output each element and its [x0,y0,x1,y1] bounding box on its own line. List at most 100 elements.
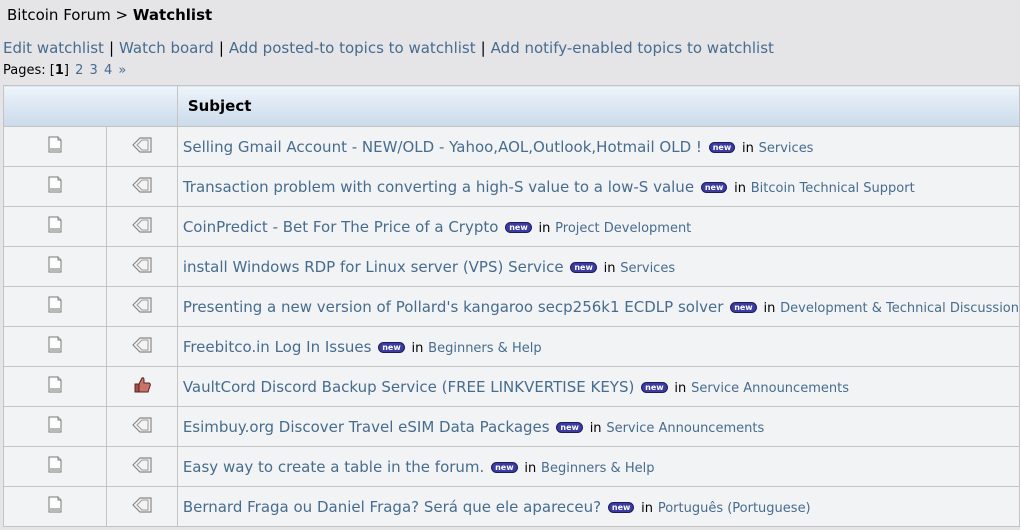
topic-type-cell [2,246,108,287]
message-icon-cell [106,406,178,447]
breadcrumb-separator: > [115,6,129,24]
in-label: in [524,460,537,476]
in-label: in [411,340,424,356]
document-icon [47,216,63,237]
topic-link[interactable]: Esimbuy.org Discover Travel eSIM Data Pa… [183,418,550,436]
current-page: 1 [54,63,64,78]
xx-icon [130,455,154,479]
xx-icon [130,175,154,199]
next-page-link[interactable]: » [118,63,126,78]
document-icon [47,336,63,357]
topic-link[interactable]: Easy way to create a table in the forum. [183,458,485,476]
topic-link[interactable]: Freebitco.in Log In Issues [183,338,372,356]
new-post-badge[interactable]: new [570,261,597,273]
topic-link[interactable]: install Windows RDP for Linux server (VP… [183,258,564,276]
table-row: Esimbuy.org Discover Travel eSIM Data Pa… [2,406,1020,447]
topic-type-cell [2,446,108,487]
message-icon-cell [106,246,178,287]
add-posted-to-topics-link[interactable]: Add posted-to topics to watchlist [229,39,476,57]
message-icon-cell [106,286,178,327]
document-icon [47,176,63,197]
xx-icon [130,415,154,439]
new-post-badge[interactable]: new [641,381,668,393]
message-icon-cell [106,166,178,207]
board-link[interactable]: Beginners & Help [428,341,541,356]
in-label: in [763,300,776,316]
page-link-3[interactable]: 3 [90,63,98,78]
table-row: Presenting a new version of Pollard's ka… [2,286,1020,327]
topic-link[interactable]: VaultCord Discord Backup Service (FREE L… [183,378,635,396]
new-post-badge[interactable]: new [730,301,757,313]
topic-link[interactable]: Bernard Fraga ou Daniel Fraga? Será que … [183,498,601,516]
table-row: Bernard Fraga ou Daniel Fraga? Será que … [2,486,1020,527]
subject-cell: VaultCord Discord Backup Service (FREE L… [176,366,1020,407]
action-separator: | [480,39,486,57]
board-link[interactable]: Bitcoin Technical Support [751,181,915,196]
subject-cell: Selling Gmail Account - NEW/OLD - Yahoo,… [176,126,1020,167]
new-post-badge[interactable]: new [708,141,736,153]
document-icon [47,136,63,157]
topic-type-cell [2,366,108,407]
new-post-badge[interactable]: new [607,501,635,513]
message-icon-cell [106,326,178,367]
add-notify-enabled-topics-link[interactable]: Add notify-enabled topics to watchlist [491,39,774,57]
subject-cell: install Windows RDP for Linux server (VP… [176,246,1020,287]
xx-icon [130,495,154,519]
table-header-row: Subject [3,85,1020,127]
subject-cell: Bernard Fraga ou Daniel Fraga? Será que … [176,486,1020,527]
edit-watchlist-link[interactable]: Edit watchlist [3,39,104,57]
new-post-badge[interactable]: new [556,421,583,433]
board-link[interactable]: Project Development [555,221,691,236]
icon-header-cell [3,85,178,127]
in-label: in [641,500,654,516]
new-post-badge[interactable]: new [491,461,518,473]
message-icon-cell [106,126,178,167]
topic-link[interactable]: Selling Gmail Account - NEW/OLD - Yahoo,… [183,138,702,156]
board-link[interactable]: Service Announcements [606,421,764,436]
xx-icon [130,215,154,239]
topic-link[interactable]: Transaction problem with converting a hi… [183,178,694,196]
topic-type-cell [2,326,108,367]
thumbup-icon [132,376,152,398]
xx-icon [130,135,154,159]
topic-type-cell [2,406,108,447]
subject-cell: Esimbuy.org Discover Travel eSIM Data Pa… [176,406,1020,447]
xx-icon [130,295,154,319]
document-icon [47,376,63,397]
xx-icon [130,335,154,359]
message-icon-cell [106,446,178,487]
watch-board-link[interactable]: Watch board [119,39,214,57]
new-post-badge[interactable]: new [378,341,405,353]
topic-link[interactable]: Presenting a new version of Pollard's ka… [183,298,724,316]
breadcrumb-current: Watchlist [132,6,213,24]
new-post-badge[interactable]: new [700,181,728,193]
topic-list: Selling Gmail Account - NEW/OLD - Yahoo,… [2,126,1020,527]
message-icon-cell [106,366,178,407]
subject-cell: CoinPredict - Bet For The Price of a Cry… [176,206,1020,247]
new-post-badge[interactable]: new [505,221,532,233]
in-label: in [603,260,616,276]
document-icon [47,256,63,277]
board-link[interactable]: Beginners & Help [541,461,654,476]
in-label: in [742,140,754,156]
topic-type-cell [2,126,108,167]
board-link[interactable]: Português (Portuguese) [658,501,811,516]
topic-link[interactable]: CoinPredict - Bet For The Price of a Cry… [183,218,499,236]
breadcrumb-forum-link[interactable]: Bitcoin Forum [7,6,111,24]
subject-header[interactable]: Subject [176,85,1020,127]
in-label: in [674,380,687,396]
page-link-4[interactable]: 4 [104,63,112,78]
table-row: Transaction problem with converting a hi… [2,166,1020,207]
board-link[interactable]: Services [620,261,675,276]
pages-label: Pages: [3,63,46,78]
subject-cell: Presenting a new version of Pollard's ka… [176,286,1020,327]
document-icon [47,456,63,477]
action-separator: | [108,39,115,57]
board-link[interactable]: Development & Technical Discussion [780,301,1019,316]
board-link[interactable]: Service Announcements [691,381,849,396]
message-icon-cell [106,486,178,527]
table-row: Selling Gmail Account - NEW/OLD - Yahoo,… [2,126,1020,167]
document-icon [47,496,63,517]
board-link[interactable]: Services [759,141,814,156]
page-link-2[interactable]: 2 [75,63,83,78]
